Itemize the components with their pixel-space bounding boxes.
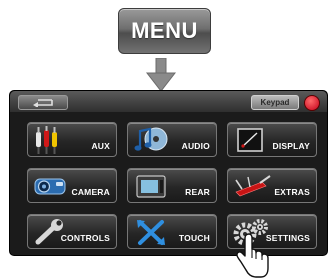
pointing-hand-icon xyxy=(236,233,269,278)
tile-rear-label: REAR xyxy=(185,187,210,197)
swiss-knife-icon xyxy=(235,175,271,197)
tile-display-label: DISPLAY xyxy=(272,141,310,151)
menu-grid: AUX AUDIO DISPLAY CAMERA REAR EXTRAS CON… xyxy=(27,122,321,250)
screen-top-bar: Keypad xyxy=(10,91,327,112)
menu-button-label: MENU xyxy=(131,18,198,43)
power-icon[interactable] xyxy=(304,95,320,111)
tile-controls-label: CONTROLS xyxy=(60,233,110,243)
tile-camera-label: CAMERA xyxy=(71,187,110,197)
tile-aux[interactable]: AUX xyxy=(27,122,117,157)
down-arrow-icon xyxy=(145,58,177,92)
tile-settings-label: SETTINGS xyxy=(265,233,310,243)
touch-arrows-icon xyxy=(137,220,165,245)
tile-display[interactable]: DISPLAY xyxy=(227,122,317,157)
rear-monitor-icon xyxy=(136,175,166,198)
display-frame-icon xyxy=(237,128,263,152)
tile-controls[interactable]: CONTROLS xyxy=(27,214,117,249)
tile-aux-label: AUX xyxy=(91,141,110,151)
device-screen: Keypad AUX AUDIO DISPLAY CAMERA REAR EXT… xyxy=(9,90,328,256)
menu-button[interactable]: MENU xyxy=(118,8,211,54)
aux-cables-icon xyxy=(36,126,57,154)
keypad-button[interactable]: Keypad xyxy=(251,95,299,110)
tile-camera[interactable]: CAMERA xyxy=(27,168,117,203)
tile-touch-label: TOUCH xyxy=(178,233,210,243)
tile-extras[interactable]: EXTRAS xyxy=(227,168,317,203)
music-note-cd-icon xyxy=(134,127,168,151)
back-arrow-icon xyxy=(33,99,53,107)
tile-rear[interactable]: REAR xyxy=(127,168,217,203)
tile-audio[interactable]: AUDIO xyxy=(127,122,217,157)
tile-touch[interactable]: TOUCH xyxy=(127,214,217,249)
back-button[interactable] xyxy=(18,95,68,110)
camera-icon xyxy=(34,178,66,195)
tile-extras-label: EXTRAS xyxy=(274,187,310,197)
tile-audio-label: AUDIO xyxy=(181,141,210,151)
